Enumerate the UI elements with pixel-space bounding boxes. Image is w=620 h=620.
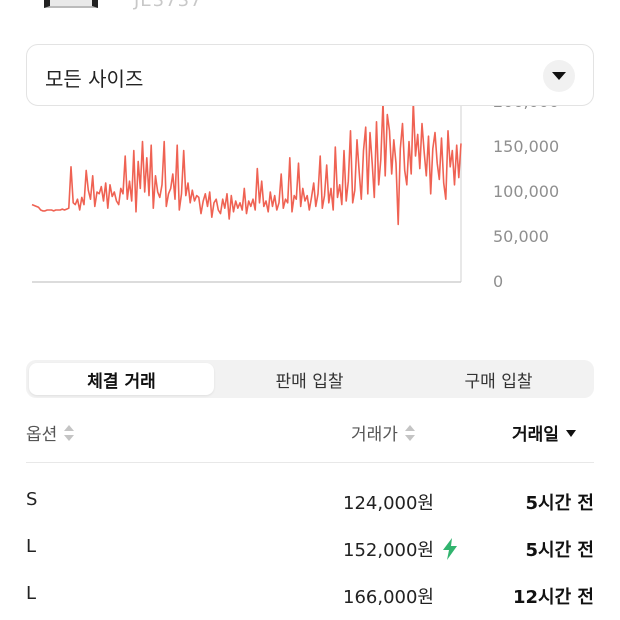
table-row[interactable]: S 124,000원 5시간 전 [0,489,620,519]
price-series-line [31,101,462,226]
row-price: 152,000원 [343,540,434,561]
row-price: 124,000원 [343,493,434,514]
tab-completed-trades[interactable]: 체결 거래 [29,363,214,395]
y-tick-label: 50,000 [493,227,549,246]
model-number: JE3737 [134,0,203,11]
header-divider [26,462,594,463]
price-chart: 200,000 150,000 100,000 50,000 0 [0,90,620,300]
row-date: 5시간 전 [525,493,594,514]
trade-tabs: 체결 거래 판매 입찰 구매 입찰 [26,360,594,398]
header-price[interactable]: 거래가 [351,420,416,445]
header-date-label: 거래일 [512,425,559,445]
row-option: S [26,489,38,510]
product-thumbnail[interactable] [44,0,98,8]
chevron-down-icon[interactable] [543,60,575,92]
row-date: 5시간 전 [525,540,594,561]
sort-icon [64,424,75,441]
row-price: 166,000원 [343,587,434,608]
y-tick-label: 150,000 [493,137,560,156]
size-select[interactable]: 모든 사이즈 [26,44,594,106]
header-option-label: 옵션 [26,425,58,445]
lightning-icon [443,538,457,560]
row-option: L [26,583,37,604]
product-header: JE3737 [0,0,620,28]
sort-icon [404,424,415,441]
header-date[interactable]: 거래일 [512,420,577,445]
row-option: L [26,536,37,557]
y-tick-label: 0 [493,272,504,291]
row-date: 12시간 전 [513,587,594,608]
sort-desc-icon [565,429,576,437]
header-price-label: 거래가 [351,425,398,445]
tab-sell-bids[interactable]: 판매 입찰 [217,363,402,395]
table-row[interactable]: L 166,000원 12시간 전 [0,583,620,613]
table-row[interactable]: L 152,000원 5시간 전 [0,536,620,566]
tab-buy-bids[interactable]: 구매 입찰 [406,363,591,395]
header-option[interactable]: 옵션 [26,420,75,445]
size-select-value: 모든 사이즈 [45,67,144,91]
y-tick-label: 100,000 [493,182,560,201]
